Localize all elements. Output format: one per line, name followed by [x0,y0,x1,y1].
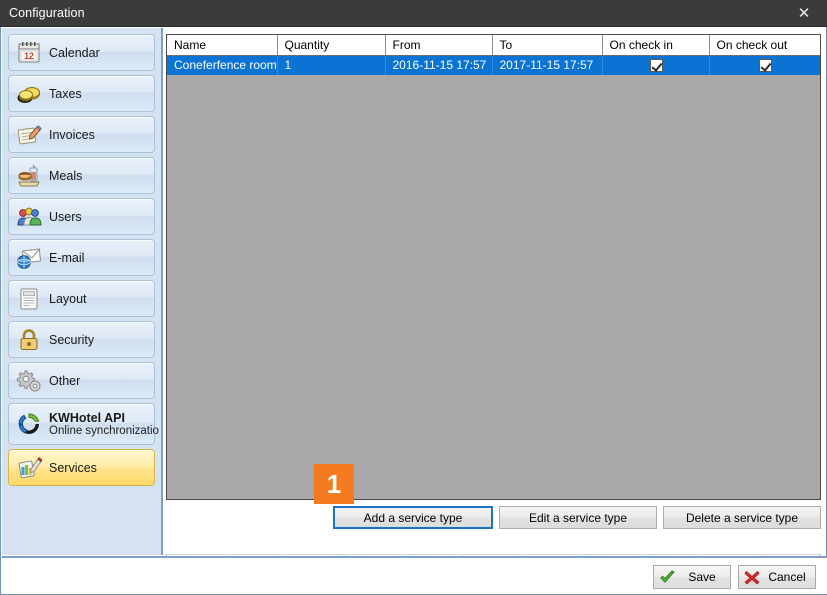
meals-icon [9,158,49,193]
sidebar-item-services[interactable]: Services [8,449,155,486]
sidebar-item-label: Users [49,209,82,224]
calendar-icon: 12 [9,35,49,70]
cell-on-check-in[interactable] [602,55,710,75]
cell-to: 2017-11-15 17:57 [492,55,603,75]
close-icon[interactable]: ✕ [781,0,827,27]
table-row[interactable]: Coneferfence room 1 2016-11-15 17:57 2017-1… [167,55,820,75]
sidebar-item-label: Other [49,373,81,388]
checkbox-checked-icon[interactable] [649,59,663,73]
sidebar-item-label: Services [49,460,97,475]
sidebar-item-security[interactable]: Security [8,321,155,358]
sidebar-item-invoices[interactable]: Invoices [8,116,155,153]
column-header[interactable]: On check out [709,35,820,56]
sidebar-item-e-mail[interactable]: E-mail [8,239,155,276]
sync-icon [9,404,49,444]
table-header-row: Name Quantity From To On check in On check ou… [167,35,820,56]
column-header[interactable]: From [385,35,493,56]
services-table: Name Quantity From To On check in On check ou… [167,35,820,75]
users-icon [9,199,49,234]
step-badge: 1 [314,464,354,504]
delete-service-type-button[interactable]: Delete a service type [663,506,821,529]
window-body: 12 Calendar Taxes Invoices Meals Users E… [0,27,827,595]
sidebar-item-taxes[interactable]: Taxes [8,75,155,112]
email-icon [9,240,49,275]
column-header[interactable]: Name [167,35,278,56]
check-icon [654,570,680,585]
action-buttons: Add a service type Edit a service type D… [166,506,821,529]
sidebar-item-calendar[interactable]: 12 Calendar [8,34,155,71]
services-icon [9,450,49,485]
cancel-label: Cancel [768,570,806,584]
window-title: Configuration [9,6,85,20]
configuration-window: Configuration ✕ 12 Calendar Taxes Invoic… [0,0,827,595]
title-bar: Configuration ✕ [0,0,827,27]
save-button[interactable]: Save [653,565,731,589]
cell-on-check-out[interactable] [709,55,820,75]
column-header[interactable]: To [492,35,603,56]
sidebar-item-meals[interactable]: Meals [8,157,155,194]
sidebar-item-layout[interactable]: Layout [8,280,155,317]
sidebar-item-other[interactable]: Other [8,362,155,399]
save-label: Save [688,570,716,584]
cell-quantity: 1 [277,55,386,75]
sidebar-item-label: Security [49,332,95,347]
edit-service-type-button[interactable]: Edit a service type [499,506,657,529]
sidebar-item-subtitle: Online synchronizatio [49,424,159,437]
svg-text:12: 12 [24,51,34,61]
sidebar-item-label: Calendar [49,45,100,60]
dialog-footer: Save Cancel [2,556,827,594]
sidebar-item-label: Invoices [49,127,95,142]
invoice-icon [9,117,49,152]
close-x-icon [739,570,765,585]
main-panel: Name Quantity From To On check in On check ou… [166,34,821,546]
cell-from: 2016-11-15 17:57 [385,55,493,75]
column-header[interactable]: On check in [602,35,710,56]
gears-icon [9,363,49,398]
cancel-button[interactable]: Cancel [738,565,816,589]
sidebar-item-label: Meals [49,168,83,183]
layout-icon [9,281,49,316]
sidebar-item-label: Layout [49,291,87,306]
coins-icon [9,76,49,111]
sidebar: 12 Calendar Taxes Invoices Meals Users E… [2,28,163,555]
cell-name: Coneferfence room [167,55,278,75]
sidebar-item-label: Taxes [49,86,82,101]
column-header[interactable]: Quantity [277,35,386,56]
checkbox-checked-icon[interactable] [758,59,772,73]
sidebar-item-label: E-mail [49,250,85,265]
sidebar-item-users[interactable]: Users [8,198,155,235]
sidebar-item-label: KWHotel API [49,410,125,425]
add-service-type-button[interactable]: Add a service type [333,506,493,529]
services-grid[interactable]: Name Quantity From To On check in On check ou… [166,34,821,500]
sidebar-item-kwhotel-api[interactable]: KWHotel API Online synchronizatio [8,403,159,445]
lock-icon [9,322,49,357]
